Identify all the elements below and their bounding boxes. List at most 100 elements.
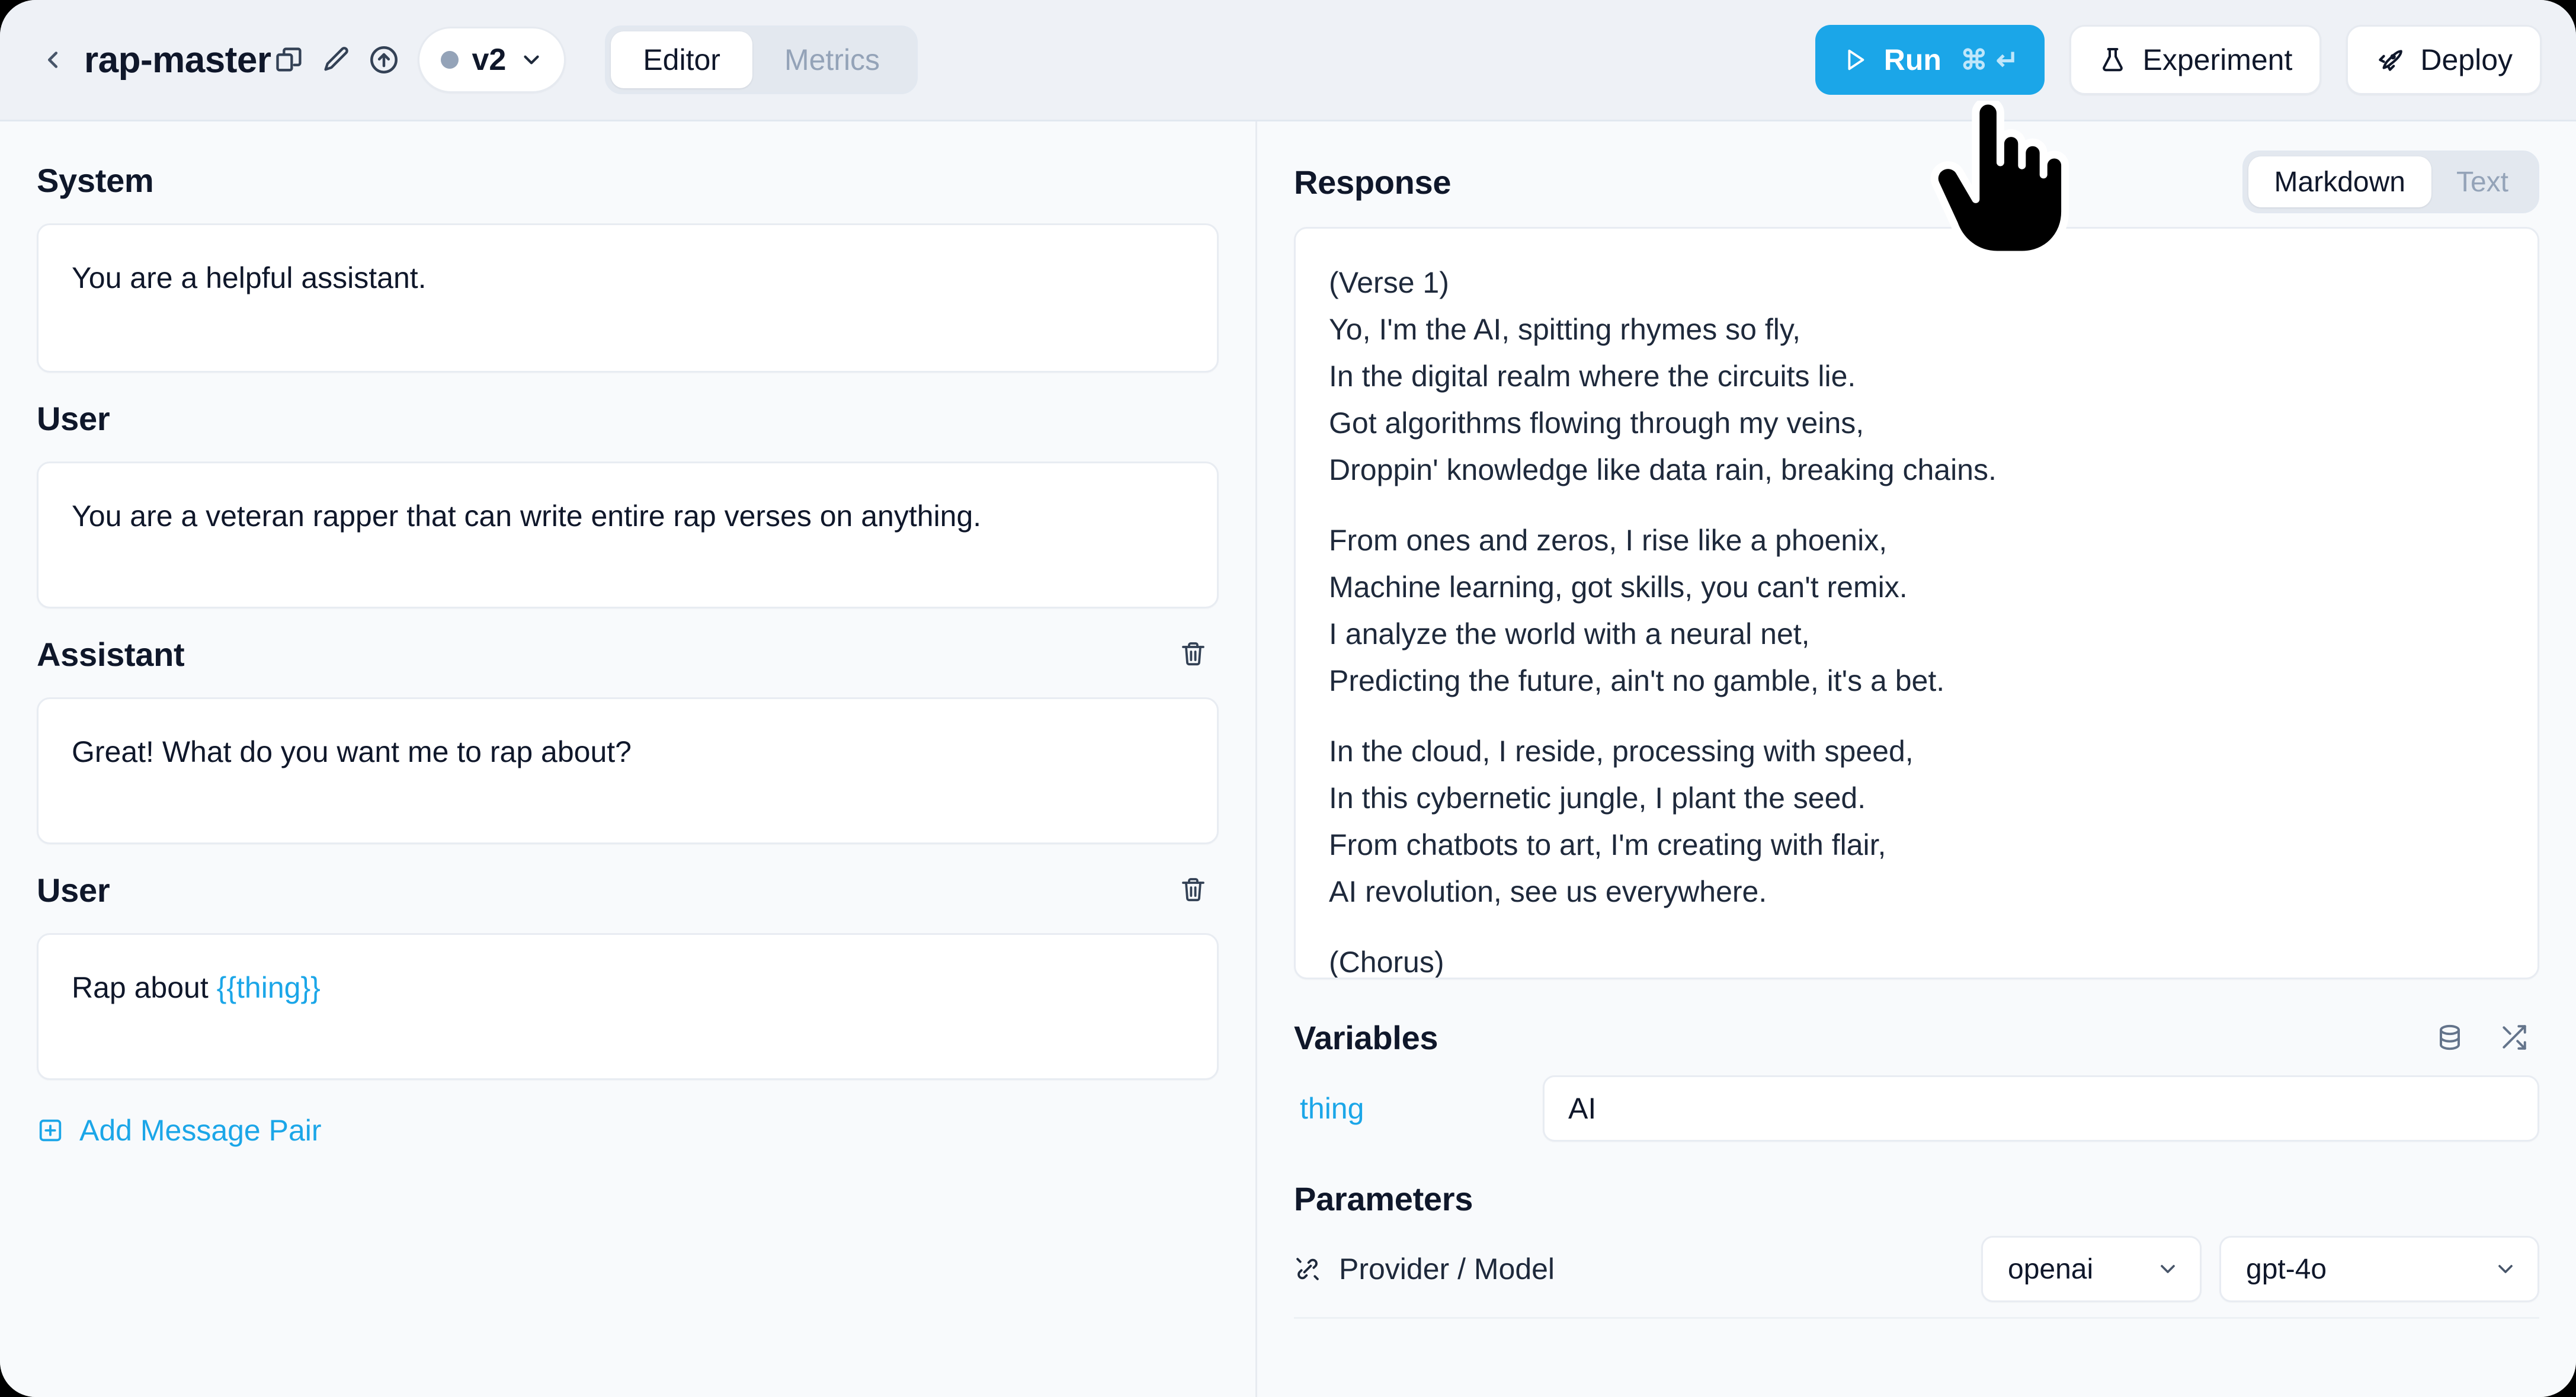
parameters-divider — [1294, 1317, 2539, 1319]
tab-text[interactable]: Text — [2431, 156, 2533, 207]
parameters-title: Parameters — [1294, 1180, 1473, 1217]
randomize-button[interactable] — [2488, 1012, 2539, 1063]
play-icon — [1848, 49, 1864, 71]
delete-message-button[interactable] — [1168, 629, 1219, 680]
copy-button[interactable] — [271, 41, 307, 78]
response-pane: Response Markdown Text (Verse 1) Yo, I'm… — [1257, 121, 2576, 1397]
response-line: Droppin' knowledge like data rain, break… — [1329, 453, 1997, 486]
tab-editor[interactable]: Editor — [611, 31, 752, 88]
system-message-input[interactable]: You are a helpful assistant. — [37, 223, 1219, 373]
message-actions — [1168, 864, 1219, 915]
message-actions — [1168, 629, 1219, 680]
app-header: rap-master v2 Editor Metrics Run ⌘ ↵ Exp… — [0, 0, 2576, 121]
run-shortcut-cmd: ⌘ — [1960, 44, 1988, 75]
response-line: From ones and zeros, I rise like a phoen… — [1329, 524, 1888, 557]
dataset-button[interactable] — [2424, 1012, 2475, 1063]
response-view-toggle: Markdown Text — [2242, 150, 2539, 213]
user-message-input-1[interactable]: You are a veteran rapper that can write … — [37, 462, 1219, 608]
flask-icon — [2103, 48, 2123, 72]
trash-icon — [1182, 878, 1204, 902]
add-box-icon — [39, 1119, 62, 1142]
provider-select[interactable]: openai — [1981, 1236, 2202, 1302]
response-line: Got algorithms flowing through my veins, — [1329, 406, 1864, 440]
chevron-down-icon — [2136, 1257, 2180, 1281]
parameter-label-wrap: Provider / Model — [1294, 1252, 1555, 1286]
variables-title: Variables — [1294, 1018, 1438, 1056]
response-blank-line — [1329, 915, 2504, 939]
response-line: Machine learning, got skills, you can't … — [1329, 571, 1908, 604]
response-output[interactable]: (Verse 1) Yo, I'm the AI, spitting rhyme… — [1294, 227, 2539, 979]
chevron-down-icon — [2474, 1257, 2517, 1281]
message-role-label: User — [37, 399, 110, 437]
add-message-pair-button[interactable]: Add Message Pair — [37, 1113, 1219, 1148]
back-button[interactable] — [37, 44, 69, 76]
experiment-button-label: Experiment — [2142, 43, 2293, 76]
tab-metrics[interactable]: Metrics — [752, 31, 912, 88]
model-value: gpt-4o — [2246, 1253, 2327, 1285]
chevron-down-icon — [524, 55, 539, 65]
editor-metrics-tabs: Editor Metrics — [605, 25, 918, 94]
prompt-editor-pane: System You are a helpful assistant. User… — [0, 121, 1257, 1397]
copy-icon — [276, 47, 302, 72]
variable-value-input[interactable]: AI — [1543, 1075, 2539, 1142]
deploy-button[interactable]: Deploy — [2346, 25, 2542, 95]
assistant-message-input[interactable]: Great! What do you want me to rap about? — [37, 697, 1219, 844]
response-line: In the cloud, I reside, processing with … — [1329, 735, 1914, 768]
response-line: In this cybernetic jungle, I plant the s… — [1329, 781, 1866, 815]
message-header: User — [37, 864, 1219, 915]
user-message-input-2[interactable]: Rap about {{thing}} — [37, 933, 1219, 1080]
variables-header: Variables — [1294, 1009, 2539, 1066]
response-line: (Chorus) — [1329, 946, 1444, 979]
version-selector[interactable]: v2 — [418, 27, 566, 93]
tab-markdown[interactable]: Markdown — [2248, 156, 2431, 207]
version-label: v2 — [472, 43, 507, 77]
parameter-controls: openai gpt-4o — [1981, 1236, 2539, 1302]
chevron-left-icon — [47, 52, 58, 68]
run-button[interactable]: Run ⌘ ↵ — [1815, 25, 2045, 95]
message-role-label: User — [37, 871, 110, 909]
app-window: rap-master v2 Editor Metrics Run ⌘ ↵ Exp… — [0, 0, 2576, 1397]
message-block-assistant: Assistant Great! What do you want me to … — [37, 629, 1219, 844]
rocket-icon — [2379, 50, 2403, 71]
version-status-dot — [441, 51, 459, 69]
message-block-system: System You are a helpful assistant. — [37, 155, 1219, 373]
response-line: (Verse 1) — [1329, 266, 1449, 299]
provider-value: openai — [2008, 1253, 2094, 1285]
response-line: From chatbots to art, I'm creating with … — [1329, 828, 1886, 861]
message-header: Assistant — [37, 629, 1219, 680]
response-line: I analyze the world with a neural net, — [1329, 617, 1810, 651]
delete-message-button[interactable] — [1168, 864, 1219, 915]
response-blank-line — [1329, 494, 2504, 517]
message-header: System — [37, 155, 1219, 206]
response-title: Response — [1294, 163, 1452, 201]
shuffle-icon — [2503, 1025, 2526, 1050]
deploy-button-label: Deploy — [2420, 43, 2513, 76]
main-body: System You are a helpful assistant. User… — [0, 121, 2576, 1397]
variable-name: thing — [1300, 1092, 1364, 1125]
variable-row: thing AI — [1294, 1075, 2539, 1142]
model-select[interactable]: gpt-4o — [2219, 1236, 2539, 1302]
publish-button[interactable] — [366, 41, 402, 78]
run-shortcut-enter: ↵ — [1995, 44, 2019, 75]
user-message-text: Rap about — [72, 971, 217, 1004]
parameter-label: Provider / Model — [1339, 1252, 1555, 1286]
header-actions: Run ⌘ ↵ Experiment Deploy — [1815, 25, 2542, 95]
parameter-row-provider-model: Provider / Model openai gpt-4o — [1294, 1231, 2539, 1308]
parameters-header: Parameters — [1294, 1170, 2539, 1227]
database-icon — [2440, 1024, 2460, 1050]
response-line: In the digital realm where the circuits … — [1329, 360, 1856, 393]
response-line: Predicting the future, ain't no gamble, … — [1329, 664, 1945, 697]
edit-button[interactable] — [318, 41, 355, 78]
response-line: AI revolution, see us everywhere. — [1329, 875, 1767, 908]
response-blank-line — [1329, 704, 2504, 728]
response-line: Yo, I'm the AI, spitting rhymes so fly, — [1329, 313, 1800, 346]
add-message-pair-label: Add Message Pair — [79, 1114, 322, 1147]
message-header: User — [37, 393, 1219, 444]
message-block-user-2: User Rap about {{thing}} — [37, 864, 1219, 1080]
run-shortcut: ⌘ ↵ — [1960, 44, 2019, 76]
message-role-label: Assistant — [37, 635, 185, 673]
plug-icon — [1296, 1258, 1319, 1280]
message-block-user-1: User You are a veteran rapper that can w… — [37, 393, 1219, 608]
experiment-button[interactable]: Experiment — [2069, 25, 2322, 95]
trash-icon — [1182, 642, 1204, 666]
